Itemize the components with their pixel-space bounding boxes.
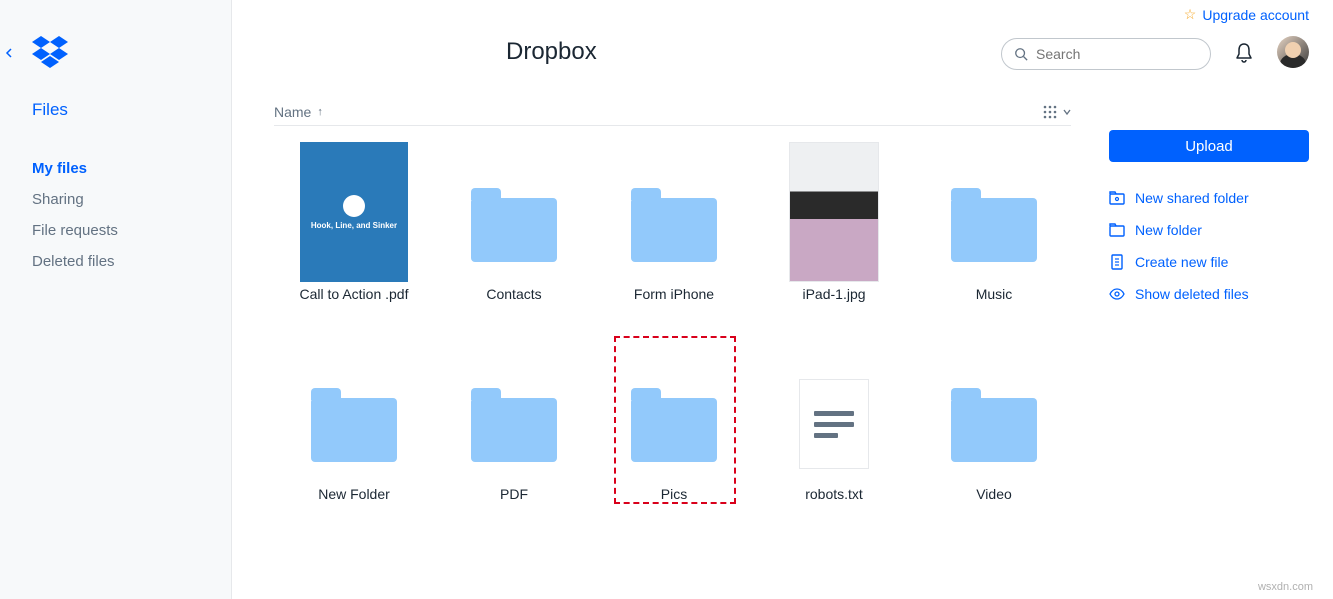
action-label: Create new file [1135, 254, 1228, 270]
shared-folder-icon [1109, 190, 1125, 206]
action-new-shared-folder[interactable]: New shared folder [1109, 182, 1309, 214]
list-header: Name ↑ [274, 98, 1071, 126]
grid-view-icon [1043, 105, 1057, 119]
file-item[interactable]: New Folder [274, 338, 434, 538]
action-new-folder[interactable]: New folder [1109, 214, 1309, 246]
folder-thumbnail [460, 342, 568, 482]
avatar[interactable] [1277, 36, 1309, 68]
action-show-deleted-files[interactable]: Show deleted files [1109, 278, 1309, 310]
upload-button[interactable]: Upload [1109, 130, 1309, 162]
sidebar-item-deleted-files[interactable]: Deleted files [32, 253, 118, 270]
file-name: PDF [500, 486, 528, 502]
text-thumbnail [780, 342, 888, 482]
view-options[interactable] [1043, 105, 1071, 119]
file-name: Form iPhone [634, 286, 714, 302]
action-label: New folder [1135, 222, 1202, 238]
file-item[interactable]: Pics [594, 338, 754, 538]
sort-by-name[interactable]: Name ↑ [274, 104, 323, 120]
file-item[interactable]: robots.txt [754, 338, 914, 538]
sidebar-item-file-requests[interactable]: File requests [32, 222, 118, 239]
folder-thumbnail [620, 142, 728, 282]
pdf-thumbnail: Hook, Line, and Sinker [300, 142, 408, 282]
image-thumbnail [780, 142, 888, 282]
file-name: Pics [661, 486, 687, 502]
sidebar-item-my-files[interactable]: My files [32, 160, 118, 177]
file-item[interactable]: Form iPhone [594, 138, 754, 338]
topbar: ☆ Upgrade account Dropbox [232, 0, 1333, 80]
search-input[interactable] [1036, 46, 1217, 62]
folder-thumbnail [940, 342, 1048, 482]
sidebar-section-files[interactable]: Files [32, 100, 68, 120]
sidebar-item-sharing[interactable]: Sharing [32, 191, 118, 208]
file-name: Call to Action .pdf [300, 286, 409, 302]
file-grid: Hook, Line, and Sinker Call to Action .pd… [274, 138, 1074, 538]
file-item[interactable]: iPad-1.jpg [754, 138, 914, 338]
sidebar-collapse-toggle[interactable] [0, 44, 18, 62]
star-icon: ☆ [1184, 6, 1197, 23]
eye-icon [1109, 286, 1125, 302]
folder-thumbnail [940, 142, 1048, 282]
folder-thumbnail [620, 342, 728, 482]
file-item[interactable]: Video [914, 338, 1074, 538]
file-name: Music [976, 286, 1013, 302]
action-label: New shared folder [1135, 190, 1249, 206]
file-item[interactable]: Music [914, 138, 1074, 338]
file-item[interactable]: Contacts [434, 138, 594, 338]
file-outline-icon [1109, 254, 1125, 270]
right-panel: Upload New shared folder New folder Crea… [1109, 130, 1309, 310]
folder-thumbnail [300, 342, 408, 482]
sidebar-nav: My files Sharing File requests Deleted f… [32, 160, 118, 270]
chevron-down-icon [1063, 108, 1071, 116]
watermark: wsxdn.com [1258, 581, 1313, 593]
file-name: robots.txt [805, 486, 863, 502]
folder-thumbnail [460, 142, 568, 282]
file-name: New Folder [318, 486, 390, 502]
notifications-icon[interactable] [1233, 42, 1255, 64]
sort-column-label: Name [274, 104, 311, 120]
action-create-new-file[interactable]: Create new file [1109, 246, 1309, 278]
file-item[interactable]: Hook, Line, and Sinker Call to Action .pd… [274, 138, 434, 338]
upgrade-account-link[interactable]: ☆ Upgrade account [1184, 6, 1309, 23]
action-label: Show deleted files [1135, 286, 1249, 302]
file-name: Video [976, 486, 1012, 502]
folder-outline-icon [1109, 222, 1125, 238]
file-name: iPad-1.jpg [802, 286, 865, 302]
sidebar: Files My files Sharing File requests Del… [0, 0, 232, 599]
upgrade-label: Upgrade account [1202, 7, 1309, 23]
sort-arrow-icon: ↑ [317, 106, 323, 118]
dropbox-logo-icon[interactable] [32, 36, 68, 68]
file-name: Contacts [486, 286, 541, 302]
search-box[interactable] [1001, 38, 1211, 70]
search-icon [1014, 47, 1028, 61]
page-title: Dropbox [506, 38, 597, 66]
file-item[interactable]: PDF [434, 338, 594, 538]
